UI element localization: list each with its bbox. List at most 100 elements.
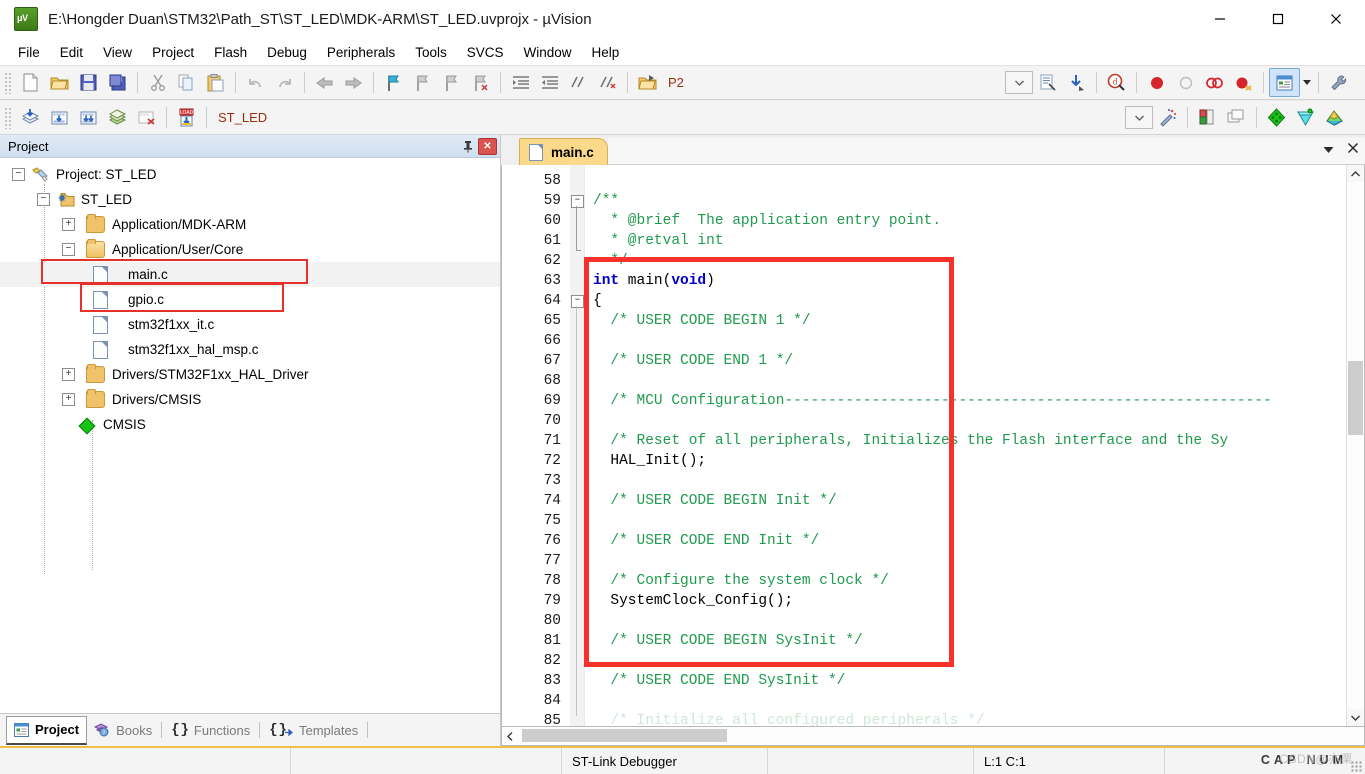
editor-horizontal-scrollbar[interactable] xyxy=(501,727,1365,746)
code-folding-column[interactable]: − − xyxy=(570,165,585,726)
copy-icon[interactable] xyxy=(172,69,201,96)
configure-icon[interactable] xyxy=(1324,69,1353,96)
undo-icon[interactable] xyxy=(241,69,270,96)
scroll-down-icon[interactable] xyxy=(1347,709,1364,726)
close-icon[interactable]: ✕ xyxy=(478,137,497,155)
tree-item-project[interactable]: − Project: ST_LED xyxy=(0,162,500,187)
download-icon[interactable] xyxy=(1062,69,1091,96)
tree-item-gpio-c[interactable]: gpio.c xyxy=(0,287,500,312)
close-button[interactable] xyxy=(1307,0,1365,38)
code-view[interactable]: 58 59 60 61 62 63 64 65 66 67 68 69 70 7… xyxy=(501,165,1365,727)
build-toolbar-grip[interactable] xyxy=(4,106,13,129)
tab-project[interactable]: Project xyxy=(6,715,88,745)
stop-build-icon[interactable] xyxy=(132,104,161,131)
cut-icon[interactable] xyxy=(143,69,172,96)
project-window-dropdown-icon[interactable] xyxy=(1300,69,1313,96)
paste-icon[interactable] xyxy=(201,69,230,96)
start-debug-icon[interactable]: d xyxy=(1102,69,1131,96)
tree-toggle[interactable]: − xyxy=(62,243,75,256)
menu-file[interactable]: File xyxy=(8,42,50,63)
save-icon[interactable] xyxy=(74,69,103,96)
tree-item-drivers-cmsis[interactable]: + Drivers/CMSIS xyxy=(0,387,500,412)
hscrollbar-thumb[interactable] xyxy=(522,729,727,742)
tab-list-dropdown-icon[interactable] xyxy=(1323,142,1334,157)
close-tab-icon[interactable] xyxy=(1347,142,1359,157)
project-window-icon[interactable] xyxy=(1269,68,1300,97)
remove-breakpoint-icon[interactable] xyxy=(1171,69,1200,96)
open-folder-icon[interactable] xyxy=(633,69,662,96)
tab-templates[interactable]: { } Templates xyxy=(262,717,365,743)
window-resize-grip[interactable] xyxy=(1351,761,1363,773)
menu-help[interactable]: Help xyxy=(582,42,630,63)
tab-functions[interactable]: { } Functions xyxy=(164,717,257,743)
editor-vertical-scrollbar[interactable] xyxy=(1346,165,1364,726)
menu-peripherals[interactable]: Peripherals xyxy=(317,42,405,63)
manage-components-icon[interactable] xyxy=(1262,104,1291,131)
minimize-button[interactable] xyxy=(1191,0,1249,38)
rebuild-icon[interactable] xyxy=(74,104,103,131)
tree-item-application-mdk-arm[interactable]: + Application/MDK-ARM xyxy=(0,212,500,237)
redo-icon[interactable] xyxy=(270,69,299,96)
target-options-icon[interactable] xyxy=(1033,69,1062,96)
download-flash-icon[interactable]: LOAD xyxy=(172,104,201,131)
target-options-magic-icon[interactable] xyxy=(1153,104,1182,131)
tree-toggle[interactable]: + xyxy=(62,393,75,406)
pack-installer-icon[interactable] xyxy=(1291,104,1320,131)
uncomment-icon[interactable] xyxy=(593,69,622,96)
tree-item-application-user-core[interactable]: − Application/User/Core xyxy=(0,237,500,262)
maximize-button[interactable] xyxy=(1249,0,1307,38)
scroll-up-icon[interactable] xyxy=(1347,165,1364,182)
menu-project[interactable]: Project xyxy=(142,42,204,63)
manage-run-time-env-icon[interactable] xyxy=(1193,104,1222,131)
menu-window[interactable]: Window xyxy=(513,42,581,63)
menu-flash[interactable]: Flash xyxy=(204,42,257,63)
navigate-backward-icon[interactable] xyxy=(310,69,339,96)
scroll-left-icon[interactable] xyxy=(502,728,518,744)
tab-books[interactable]: ? Books xyxy=(87,717,159,743)
fold-marker-59[interactable]: − xyxy=(571,195,584,208)
tree-toggle[interactable]: + xyxy=(62,368,75,381)
navigate-forward-icon[interactable] xyxy=(339,69,368,96)
menu-tools[interactable]: Tools xyxy=(405,42,457,63)
scrollbar-thumb[interactable] xyxy=(1348,361,1363,435)
outdent-icon[interactable] xyxy=(535,69,564,96)
comment-icon[interactable] xyxy=(564,69,593,96)
batch-build-icon[interactable] xyxy=(103,104,132,131)
tree-item-stm32f1xx-hal-msp-c[interactable]: stm32f1xx_hal_msp.c xyxy=(0,337,500,362)
toolbar-grip[interactable] xyxy=(4,71,13,94)
code-text-area[interactable]: /** * @brief The application entry point… xyxy=(585,165,1346,726)
tree-item-target[interactable]: − ST_LED xyxy=(0,187,500,212)
tree-item-main-c[interactable]: main.c xyxy=(0,262,500,287)
fold-marker-64[interactable]: − xyxy=(571,295,584,308)
translate-icon[interactable] xyxy=(16,104,45,131)
build-icon[interactable] xyxy=(45,104,74,131)
next-bookmark-icon[interactable] xyxy=(437,69,466,96)
tree-item-drivers-hal[interactable]: + Drivers/STM32F1xx_HAL_Driver xyxy=(0,362,500,387)
select-software-packs-icon[interactable] xyxy=(1320,104,1349,131)
tree-toggle[interactable]: − xyxy=(37,193,50,206)
menu-edit[interactable]: Edit xyxy=(50,42,93,63)
clear-bookmarks-icon[interactable] xyxy=(466,69,495,96)
kill-breakpoints-icon[interactable] xyxy=(1229,69,1258,96)
prev-bookmark-icon[interactable] xyxy=(408,69,437,96)
multi-project-icon[interactable] xyxy=(1222,104,1251,131)
insert-bookmark-icon[interactable] xyxy=(379,69,408,96)
tree-item-cmsis[interactable]: CMSIS xyxy=(0,412,500,437)
target-combo-dropdown[interactable] xyxy=(1005,71,1033,94)
menu-svcs[interactable]: SVCS xyxy=(457,42,514,63)
tree-item-stm32f1xx-it-c[interactable]: stm32f1xx_it.c xyxy=(0,312,500,337)
save-all-icon[interactable] xyxy=(103,69,132,96)
disable-breakpoint-icon[interactable] xyxy=(1200,69,1229,96)
project-tree[interactable]: − Project: ST_LED − ST_LED + Application… xyxy=(0,158,500,713)
tree-toggle[interactable]: − xyxy=(12,168,25,181)
indent-icon[interactable] xyxy=(506,69,535,96)
target-selector-dropdown[interactable] xyxy=(1125,106,1153,129)
menu-debug[interactable]: Debug xyxy=(257,42,317,63)
insert-breakpoint-icon[interactable] xyxy=(1142,69,1171,96)
tree-toggle[interactable]: + xyxy=(62,218,75,231)
new-file-icon[interactable] xyxy=(16,69,45,96)
editor-tab-main-c[interactable]: main.c xyxy=(519,138,608,165)
pin-icon[interactable] xyxy=(460,139,475,154)
open-file-icon[interactable] xyxy=(45,69,74,96)
menu-view[interactable]: View xyxy=(93,42,142,63)
